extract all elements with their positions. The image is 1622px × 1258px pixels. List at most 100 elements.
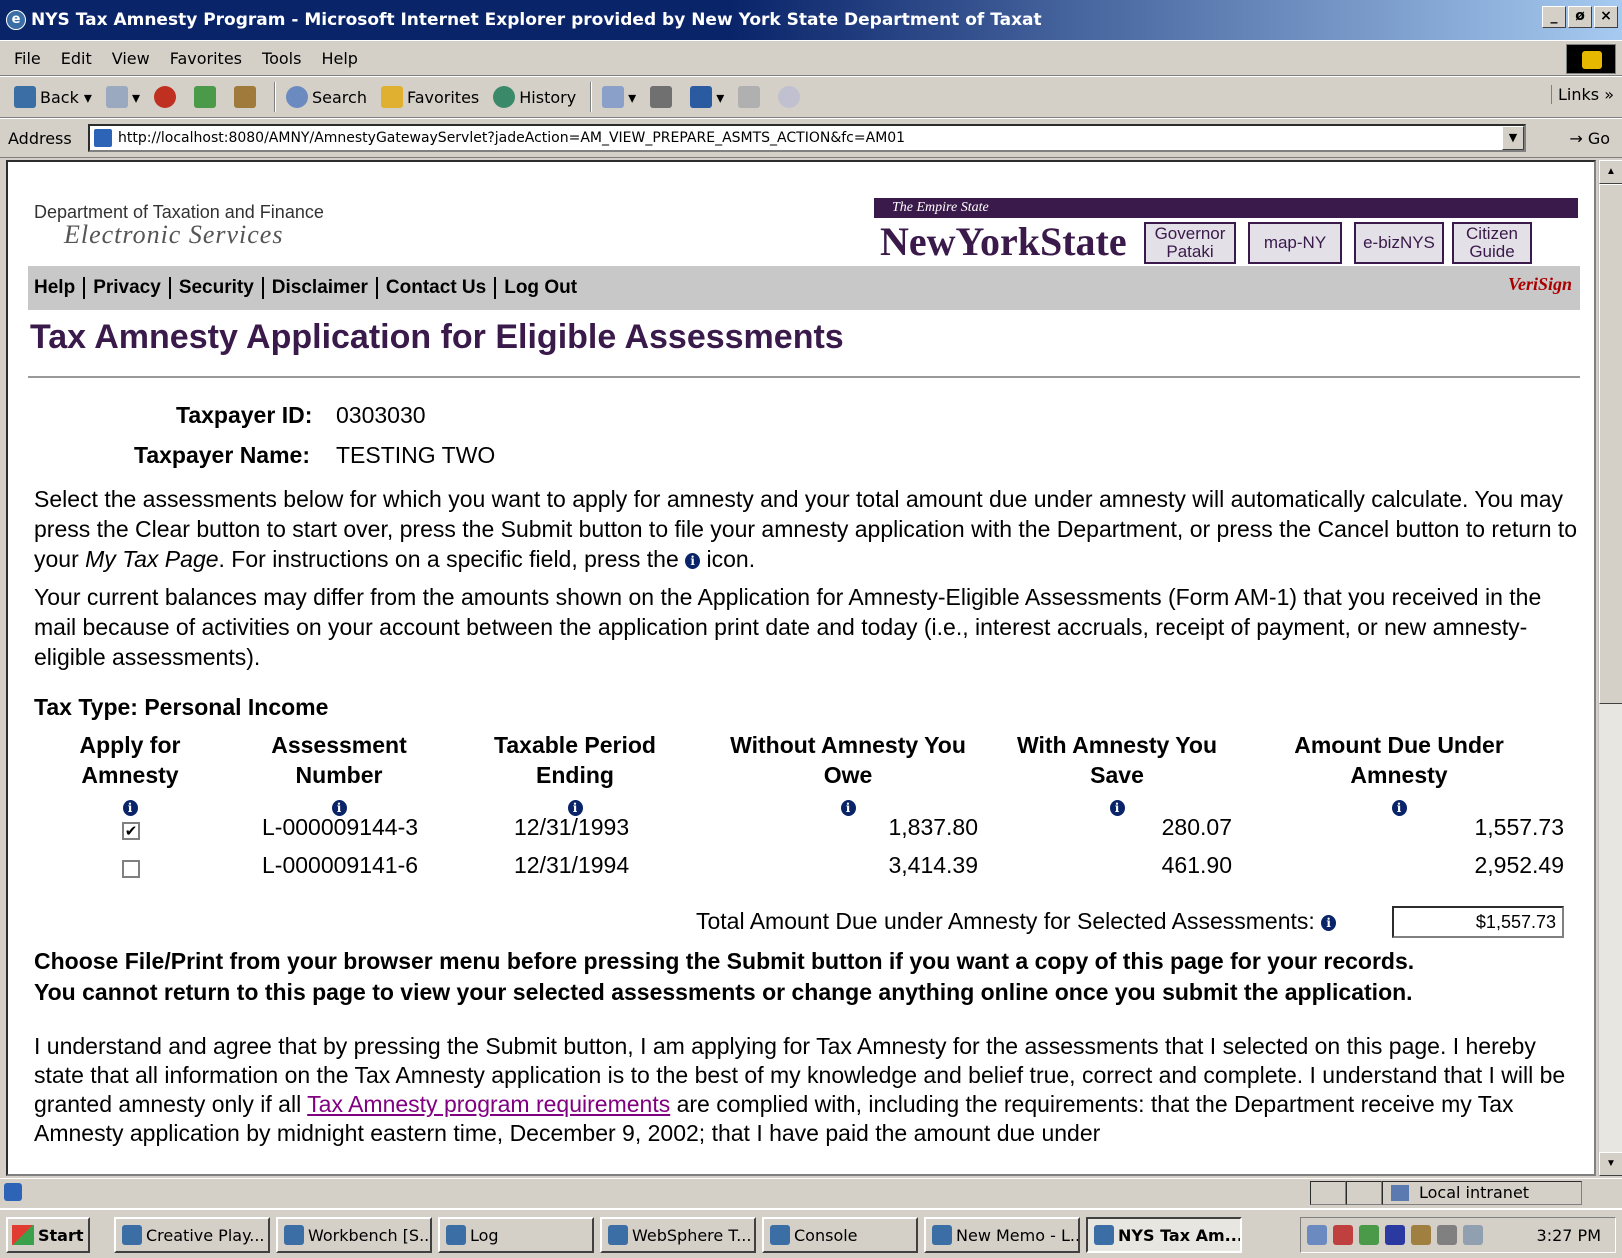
task-log[interactable]: Log (438, 1217, 594, 1253)
scroll-thumb[interactable] (1599, 184, 1622, 704)
tray-icon[interactable] (1463, 1225, 1483, 1245)
status-panel (1346, 1181, 1382, 1205)
apply-checkbox[interactable]: ✔ (122, 822, 140, 840)
start-button[interactable]: Start (6, 1217, 90, 1253)
verisign-logo[interactable]: VeriSign (1508, 274, 1572, 295)
nav-privacy[interactable]: Privacy (91, 277, 171, 299)
assessment-number: L-000009141-6 (262, 852, 419, 878)
col-header-with-amnesty: With Amnesty You Save i (1017, 732, 1217, 816)
menu-favorites[interactable]: Favorites (170, 49, 242, 68)
mail-icon (602, 86, 625, 108)
status-panel (1310, 1181, 1346, 1205)
task-creative-play[interactable]: Creative Play... (114, 1217, 270, 1253)
amount-saved: 461.90 (1161, 852, 1232, 878)
task-workbench[interactable]: Workbench [S... (276, 1217, 432, 1253)
site-nav: Help Privacy Security Disclaimer Contact… (28, 266, 1580, 310)
forward-button[interactable]: ▾ (105, 86, 140, 108)
task-websphere[interactable]: WebSphere T... (600, 1217, 756, 1253)
address-dropdown-button[interactable]: ▼ (1502, 126, 1524, 150)
print-button[interactable] (650, 86, 676, 108)
col-header-amount-due: Amount Due Under Amnesty i (1294, 732, 1504, 816)
e-biznys-button[interactable]: e-bizNYS (1354, 222, 1444, 264)
scroll-up-button[interactable]: ▲ (1599, 160, 1622, 184)
app-icon (284, 1225, 304, 1245)
discuss-icon (738, 86, 761, 108)
go-button[interactable]: → Go (1569, 129, 1610, 148)
task-nys-tax-amnesty[interactable]: NYS Tax Am... (1086, 1217, 1242, 1253)
status-bar: Local intranet (0, 1178, 1622, 1206)
search-button[interactable]: Search (286, 86, 367, 108)
tray-icon[interactable] (1333, 1225, 1353, 1245)
map-ny-button[interactable]: map-NY (1248, 222, 1342, 264)
window-title: NYS Tax Amnesty Program - Microsoft Inte… (31, 10, 1042, 30)
page-title: Tax Amnesty Application for Eligible Ass… (30, 318, 844, 356)
menu-edit[interactable]: Edit (61, 49, 92, 68)
task-console[interactable]: Console (762, 1217, 918, 1253)
nav-help[interactable]: Help (34, 277, 86, 299)
tray-icon[interactable] (1359, 1225, 1379, 1245)
vertical-scrollbar[interactable]: ▲ ▼ (1598, 160, 1622, 1176)
window-titlebar[interactable]: e NYS Tax Amnesty Program - Microsoft In… (0, 0, 1622, 40)
home-icon (234, 86, 256, 108)
program-requirements-link[interactable]: Tax Amnesty program requirements (307, 1091, 670, 1117)
total-amount-field: $1,557.73 (1392, 906, 1564, 938)
clock[interactable]: 3:27 PM (1537, 1226, 1601, 1245)
toolbar-separator (274, 82, 276, 112)
citizen-guide-button[interactable]: Citizen Guide (1452, 222, 1532, 264)
menu-tools[interactable]: Tools (262, 49, 301, 68)
close-button[interactable]: × (1594, 6, 1618, 28)
volume-icon[interactable] (1437, 1225, 1457, 1245)
menu-file[interactable]: File (14, 49, 41, 68)
favorites-button[interactable]: Favorites (380, 86, 479, 108)
col-header-assessment: Assessment Number i (271, 732, 407, 816)
apply-checkbox[interactable] (122, 860, 140, 878)
links-button[interactable]: Links » (1551, 85, 1614, 104)
nav-security[interactable]: Security (177, 277, 264, 299)
nav-disclaimer[interactable]: Disclaimer (270, 277, 378, 299)
security-zone: Local intranet (1382, 1181, 1582, 1205)
windows-logo-icon (1566, 44, 1616, 74)
page-status-icon (4, 1183, 22, 1201)
nys-logo[interactable]: NewYorkState (880, 218, 1127, 265)
refresh-button[interactable] (194, 86, 220, 108)
print-icon (650, 86, 673, 108)
taxpayer-id-label: Taxpayer ID: (176, 402, 313, 428)
nav-log-out[interactable]: Log Out (502, 277, 585, 299)
history-button[interactable]: History (493, 86, 576, 108)
back-button[interactable]: Back ▾ (14, 86, 92, 108)
favorites-icon (380, 86, 403, 108)
minimize-button[interactable]: _ (1542, 6, 1566, 28)
language-icon[interactable] (1385, 1225, 1405, 1245)
messenger-icon (778, 86, 801, 108)
scroll-down-button[interactable]: ▼ (1599, 1152, 1622, 1176)
page-icon (94, 129, 112, 147)
governor-pataki-button[interactable]: Governor Pataki (1144, 222, 1236, 264)
mail-button[interactable]: ▾ (602, 86, 636, 108)
info-icon[interactable]: i (1321, 914, 1337, 931)
task-new-memo[interactable]: New Memo - L... (924, 1217, 1080, 1253)
tray-icon[interactable] (1307, 1225, 1327, 1245)
stop-icon (154, 86, 176, 108)
agreement-paragraph: I understand and agree that by pressing … (34, 1033, 1566, 1146)
home-button[interactable] (234, 86, 260, 108)
discuss-button[interactable] (738, 86, 764, 108)
amount-due: 2,952.49 (1474, 852, 1564, 878)
taxable-period: 12/31/1994 (514, 852, 630, 878)
info-icon[interactable]: i (122, 799, 138, 816)
address-input[interactable]: http://localhost:8080/AMNY/AmnestyGatewa… (88, 124, 1526, 152)
nav-contact-us[interactable]: Contact Us (384, 277, 497, 299)
stop-button[interactable] (154, 86, 180, 108)
menu-view[interactable]: View (112, 49, 150, 68)
messenger-button[interactable] (778, 86, 804, 108)
ie-icon (1094, 1225, 1114, 1245)
amount-due: 1,557.73 (1474, 814, 1564, 840)
col-header-period: Taxable Period Ending i (494, 732, 656, 816)
col-header-apply: Apply for Amnesty i (79, 732, 181, 816)
amount-without-amnesty: 3,414.39 (888, 852, 978, 878)
electronic-services-logo: Electronic Services (64, 220, 284, 249)
edit-button[interactable]: ▾ (690, 86, 724, 108)
tray-icon[interactable] (1411, 1225, 1431, 1245)
restore-button[interactable]: ø (1568, 6, 1592, 28)
menu-help[interactable]: Help (321, 49, 357, 68)
app-icon (446, 1225, 466, 1245)
